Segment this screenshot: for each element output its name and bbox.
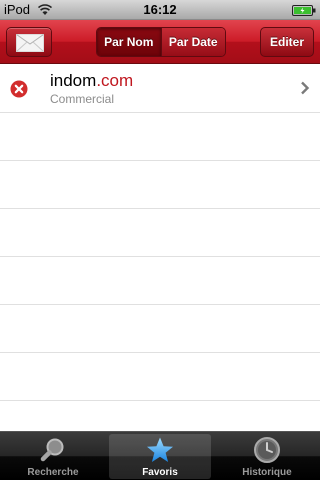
tab-label: Recherche [27, 467, 79, 478]
navigation-bar: Par Nom Par Date Editer [0, 20, 320, 64]
status-bar: iPod 16:12 [0, 0, 320, 20]
tab-bar: Recherche Favoris Historique [0, 431, 320, 480]
magnifier-icon [39, 436, 67, 464]
segment-par-date[interactable]: Par Date [160, 28, 225, 56]
domain-category: Commercial [50, 92, 115, 106]
empty-row [0, 113, 320, 161]
star-icon [146, 436, 174, 464]
battery-icon [292, 4, 316, 16]
empty-row [0, 257, 320, 305]
envelope-icon [16, 34, 44, 52]
domain-name: indom [50, 71, 97, 90]
domain-tld: .com [96, 71, 134, 90]
segment-par-nom[interactable]: Par Nom [97, 28, 161, 56]
chevron-right-icon [300, 81, 310, 100]
edit-button[interactable]: Editer [260, 27, 314, 57]
empty-row [0, 161, 320, 209]
domain-title: indom.com [50, 71, 133, 91]
list-item[interactable]: indom.com Commercial [0, 65, 320, 113]
empty-row [0, 353, 320, 401]
delete-icon[interactable] [10, 80, 28, 103]
tab-recherche[interactable]: Recherche [2, 434, 104, 479]
clock-time: 16:12 [143, 2, 177, 17]
empty-row [0, 209, 320, 257]
sort-segmented-control: Par Nom Par Date [96, 27, 226, 57]
empty-row [0, 401, 320, 431]
favorites-list: indom.com Commercial [0, 65, 320, 431]
tab-favoris[interactable]: Favoris [109, 434, 211, 479]
tab-historique[interactable]: Historique [216, 434, 318, 479]
tab-label: Historique [242, 467, 292, 478]
mail-button[interactable] [6, 27, 52, 57]
tab-label: Favoris [142, 467, 178, 478]
empty-row [0, 305, 320, 353]
clock-icon [253, 436, 281, 464]
